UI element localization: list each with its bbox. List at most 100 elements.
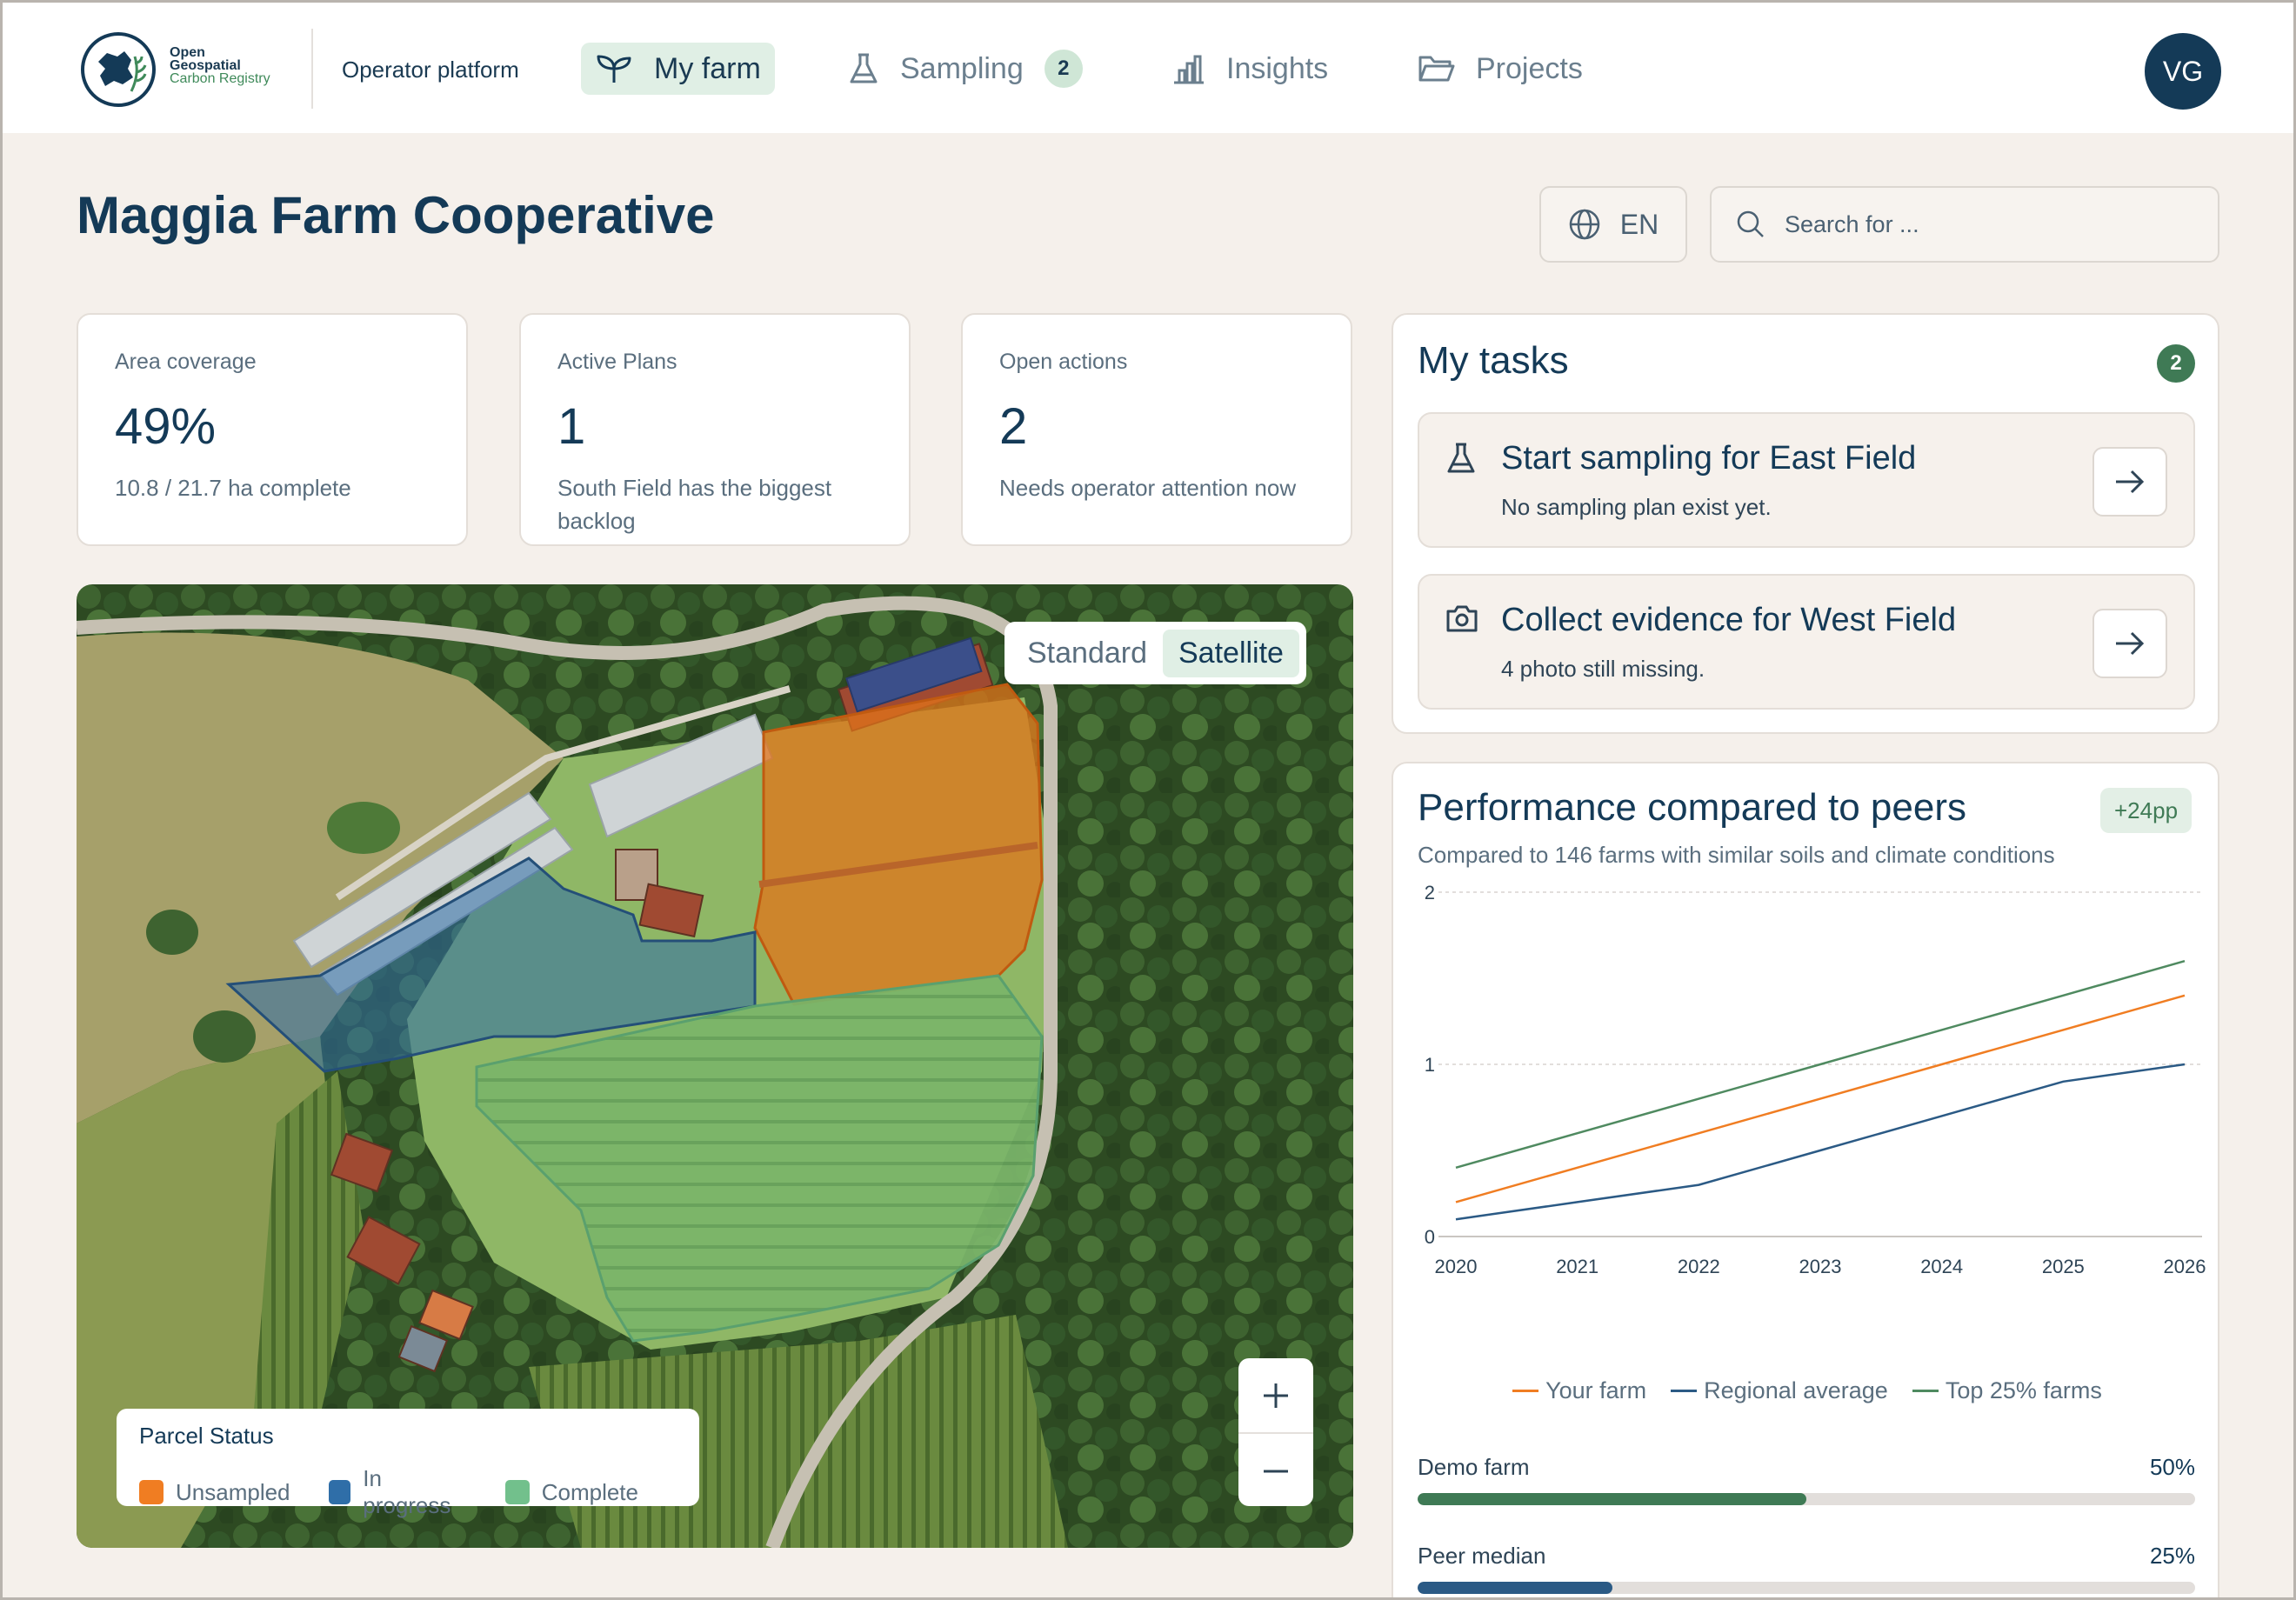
nav-projects[interactable]: Projects — [1418, 43, 1583, 95]
x-tick-label: 2024 — [1920, 1256, 1963, 1277]
tasks-title: My tasks — [1418, 339, 1569, 382]
y-tick-label: 1 — [1425, 1054, 1435, 1076]
top-navigation-bar: Open Geospatial Carbon Registry Operator… — [3, 3, 2293, 133]
kpi-value: 2 — [999, 398, 1028, 455]
arrow-right-icon — [2116, 470, 2145, 494]
task-item[interactable]: Collect evidence for West Field 4 photo … — [1418, 574, 2195, 710]
platform-label: Operator platform — [342, 57, 519, 83]
globe-icon — [1569, 209, 1600, 240]
task-open-button[interactable] — [2092, 447, 2167, 517]
kpi-label: Active Plans — [557, 350, 677, 374]
bar-chart-icon — [1174, 55, 1204, 84]
tasks-count-badge: 2 — [2157, 344, 2195, 383]
minus-icon — [1264, 1470, 1288, 1472]
user-avatar[interactable]: VG — [2145, 33, 2221, 110]
kpi-value: 1 — [557, 398, 586, 455]
legend-item-regional-average: Regional average — [1671, 1377, 1888, 1404]
zoom-out-button[interactable] — [1238, 1434, 1313, 1508]
progress-demo-farm: Demo farm 50% — [1418, 1454, 2195, 1505]
progress-label: Demo farm — [1418, 1454, 1530, 1480]
header-divider — [311, 29, 313, 109]
legend-swatch — [328, 1480, 351, 1504]
legend-items: Unsampled In progress Complete — [139, 1465, 677, 1519]
progress-value: 50% — [2149, 1454, 2195, 1480]
nav-label: Sampling — [900, 51, 1024, 85]
task-title: Collect evidence for West Field — [1501, 602, 1957, 638]
y-tick-label: 0 — [1425, 1226, 1435, 1248]
plus-icon — [1264, 1383, 1288, 1408]
camera-icon — [1446, 605, 1478, 632]
map-style-standard[interactable]: Standard — [1011, 630, 1163, 677]
kpi-open-actions: Open actions 2 Needs operator attention … — [961, 313, 1352, 546]
kpi-label: Area coverage — [115, 350, 257, 374]
legend-label: Unsampled — [176, 1478, 290, 1505]
nav-label: Insights — [1226, 51, 1329, 85]
progress-track — [1418, 1493, 2195, 1505]
performance-delta-badge: +24pp — [2100, 788, 2193, 833]
kpi-subtext: Needs operator attention now — [999, 475, 1297, 501]
search-input[interactable]: Search for ... — [1710, 186, 2219, 263]
nav-sampling[interactable]: Sampling 2 — [848, 43, 1083, 95]
legend-title: Parcel Status — [139, 1423, 274, 1449]
language-selector[interactable]: EN — [1539, 186, 1687, 263]
sprout-icon — [597, 55, 631, 83]
nav-label: My farm — [654, 51, 761, 85]
x-tick-label: 2025 — [2042, 1256, 2085, 1277]
legend-swatch — [139, 1480, 164, 1504]
zoom-controls — [1238, 1358, 1313, 1506]
performance-card: Performance compared to peers +24pp Comp… — [1392, 762, 2219, 1600]
map-style-toggle: Standard Satellite — [1004, 622, 1306, 684]
satellite-map[interactable]: Standard Satellite Parcel Status Unsampl… — [77, 584, 1353, 1548]
x-tick-label: 2020 — [1435, 1256, 1478, 1277]
task-subtitle: 4 photo still missing. — [1501, 656, 1705, 682]
legend-item-top-farms: Top 25% farms — [1912, 1377, 2102, 1404]
flask-icon — [1447, 443, 1475, 473]
kpi-area-coverage: Area coverage 49% 10.8 / 21.7 ha complet… — [77, 313, 468, 546]
legend-item-your-farm: Your farm — [1512, 1377, 1646, 1404]
folder-icon — [1418, 56, 1455, 82]
legend-label: In progress — [363, 1465, 451, 1518]
progress-peer-median: Peer median 25% — [1418, 1543, 2195, 1594]
search-icon — [1737, 210, 1764, 237]
search-placeholder: Search for ... — [1785, 210, 1919, 237]
performance-subtitle: Compared to 146 farms with similar soils… — [1418, 842, 2055, 868]
performance-line-chart: 0 1 2 2020 2021 2022 2023 2024 2025 2026 — [1425, 882, 2206, 1277]
nav-my-farm[interactable]: My farm — [581, 43, 775, 95]
legend-line — [1512, 1390, 1539, 1392]
kpi-subtext: South Field has the biggest backlog — [557, 475, 832, 534]
legend-item-in-progress: In progress — [328, 1465, 467, 1519]
x-tick-label: 2022 — [1678, 1256, 1720, 1277]
chart-legend: Your farm Regional average Top 25% farms — [1393, 1377, 2221, 1404]
task-subtitle: No sampling plan exist yet. — [1501, 494, 1772, 520]
legend-label: Top 25% farms — [1945, 1377, 2102, 1403]
nav-label: Projects — [1476, 51, 1583, 85]
x-tick-label: 2021 — [1556, 1256, 1599, 1277]
progress-fill — [1418, 1493, 1806, 1505]
registry-logo[interactable] — [79, 30, 157, 109]
task-item[interactable]: Start sampling for East Field No samplin… — [1418, 412, 2195, 548]
language-label: EN — [1619, 208, 1659, 240]
map-style-satellite[interactable]: Satellite — [1163, 629, 1299, 677]
legend-item-complete: Complete — [504, 1465, 638, 1519]
progress-label: Peer median — [1418, 1543, 1546, 1569]
nav-insights[interactable]: Insights — [1172, 43, 1328, 95]
parcel-status-legend: Parcel Status Unsampled In progress Comp… — [117, 1409, 699, 1518]
kpi-label: Open actions — [999, 350, 1128, 374]
legend-label: Your farm — [1545, 1377, 1647, 1403]
sampling-count-badge: 2 — [1044, 50, 1083, 88]
legend-line — [1671, 1390, 1698, 1392]
legend-swatch — [504, 1480, 530, 1504]
legend-label: Complete — [541, 1478, 638, 1505]
satellite-imagery — [77, 584, 1353, 1548]
task-open-button[interactable] — [2092, 609, 2167, 678]
progress-value: 25% — [2149, 1543, 2195, 1569]
progress-fill — [1418, 1582, 1612, 1594]
task-title: Start sampling for East Field — [1501, 440, 1917, 477]
kpi-active-plans: Active Plans 1 South Field has the bigge… — [519, 313, 911, 546]
legend-label: Regional average — [1704, 1377, 1888, 1403]
zoom-in-button[interactable] — [1238, 1358, 1313, 1432]
kpi-value: 49% — [115, 398, 217, 455]
x-tick-label: 2023 — [1799, 1256, 1842, 1277]
series-line — [1455, 994, 2186, 1203]
arrow-right-icon — [2116, 631, 2145, 656]
